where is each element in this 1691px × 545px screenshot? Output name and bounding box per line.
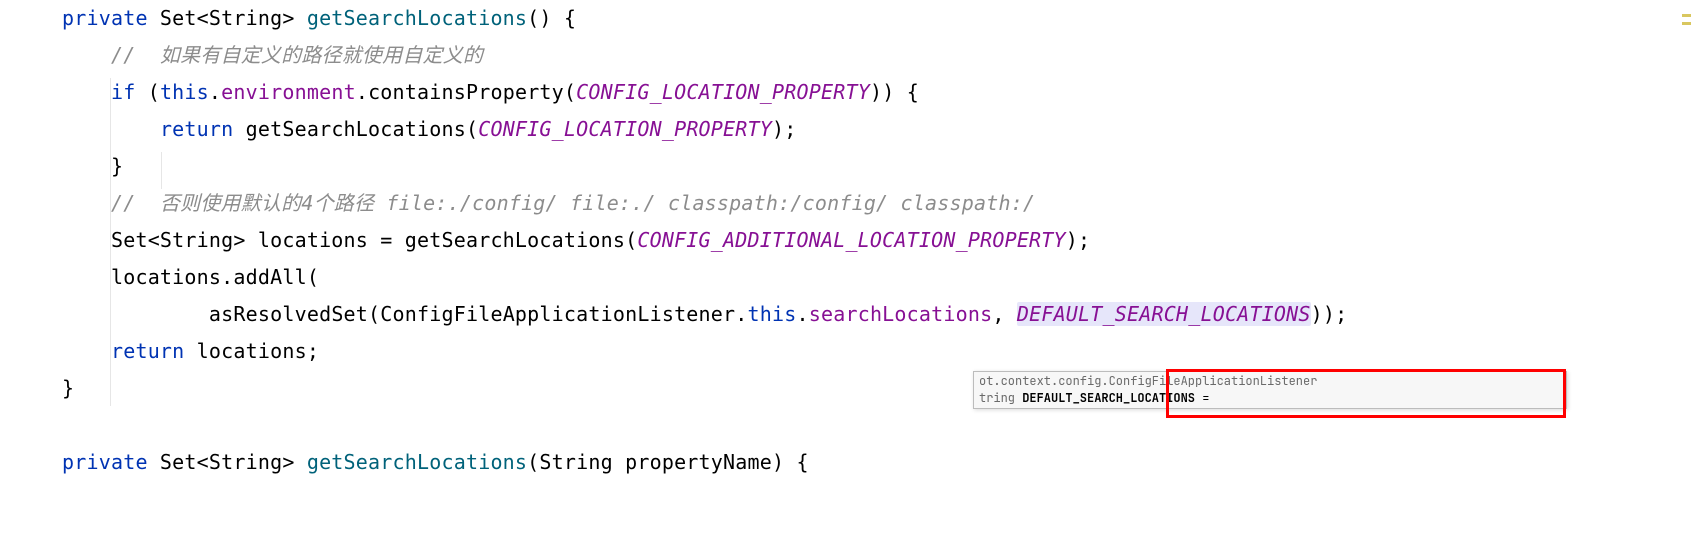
right-gutter[interactable] [1680, 0, 1691, 545]
punct: , [992, 302, 1016, 326]
code-text: locations; [184, 339, 319, 363]
punct: ); [1066, 228, 1090, 252]
method-name: getSearchLocations [307, 450, 527, 474]
punct: ( [135, 80, 159, 104]
method-call: asResolvedSet(ConfigFileApplicationListe… [209, 302, 748, 326]
punct: ); [772, 117, 796, 141]
code-editor[interactable]: private Set<String> getSearchLocations()… [0, 0, 1691, 545]
brace: } [111, 154, 123, 178]
constant-default-search-locations: DEFAULT_SEARCH_LOCATIONS [1017, 302, 1311, 326]
tooltip-value: "classpath:/,classpath:/config/,file:./,… [979, 407, 1375, 409]
code-text: Set<String> locations = getSearchLocatio… [111, 228, 637, 252]
keyword-this: this [160, 80, 209, 104]
punct: . [796, 302, 808, 326]
constant: CONFIG_ADDITIONAL_LOCATION_PROPERTY [637, 228, 1065, 252]
tooltip-field-name: DEFAULT_SEARCH_LOCATIONS [1022, 390, 1195, 406]
gutter-warning-mark[interactable] [1682, 14, 1691, 17]
field-searchLocations: searchLocations [809, 302, 993, 326]
constant: CONFIG_LOCATION_PROPERTY [478, 117, 772, 141]
comment: // 否则使用默认的4个路径 file:./config/ file:./ cl… [111, 191, 1035, 215]
field-environment: environment [221, 80, 356, 104]
punct: (String propertyName) { [527, 450, 809, 474]
tooltip-type: tring [979, 390, 1022, 406]
tooltip-eq: = [1195, 390, 1209, 406]
comment: // 如果有自定义的路径就使用自定义的 [111, 43, 483, 67]
keyword-return: return [160, 117, 233, 141]
indent-guide [161, 152, 162, 189]
punct: )) { [870, 80, 919, 104]
tooltip-package: ot.context.config.ConfigFileApplicationL… [979, 373, 1317, 389]
type: Set<String> [148, 6, 307, 30]
keyword-if: if [111, 80, 135, 104]
punct: )); [1311, 302, 1348, 326]
punct: () { [527, 6, 576, 30]
type: Set<String> [148, 450, 307, 474]
code-text: locations.addAll( [111, 265, 319, 289]
keyword-private: private [62, 450, 148, 474]
constant: CONFIG_LOCATION_PROPERTY [576, 80, 870, 104]
keyword-private: private [62, 6, 148, 30]
punct: . [356, 80, 368, 104]
brace: } [62, 376, 74, 400]
keyword-this: this [748, 302, 797, 326]
method-call: getSearchLocations( [233, 117, 478, 141]
method-call: containsProperty( [368, 80, 576, 104]
method-name: getSearchLocations [307, 6, 527, 30]
keyword-return: return [111, 339, 184, 363]
quick-doc-tooltip[interactable]: ot.context.config.ConfigFileApplicationL… [973, 371, 1567, 409]
gutter-warning-mark[interactable] [1682, 22, 1691, 25]
punct: . [209, 80, 221, 104]
indent-guide [110, 78, 111, 406]
